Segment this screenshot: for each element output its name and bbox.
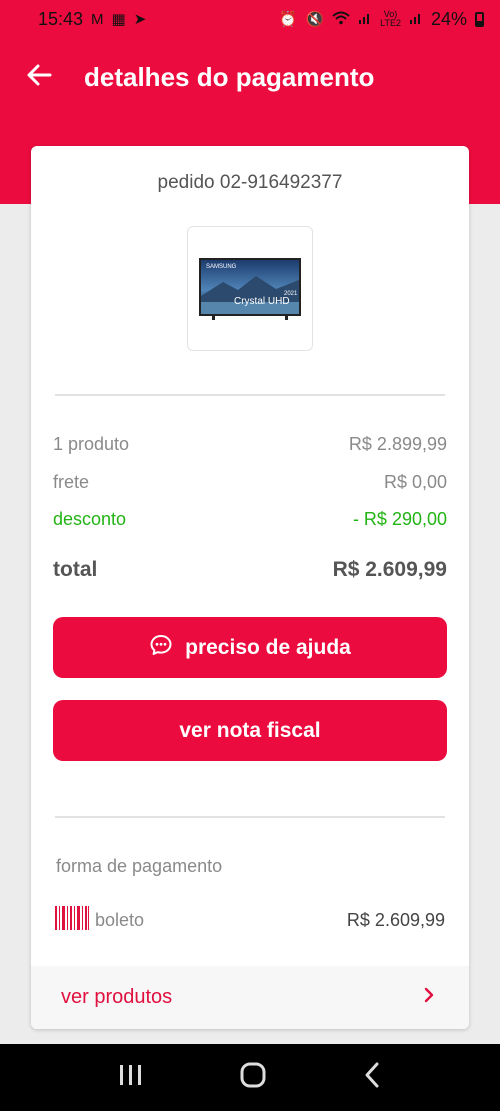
system-nav-bar [0, 1044, 500, 1111]
shipping-value: R$ 0,00 [383, 472, 447, 492]
battery-percent: 24% [430, 8, 467, 29]
wifi-icon [332, 11, 350, 28]
payment-amount: R$ 2.609,99 [346, 910, 445, 930]
divider [55, 394, 445, 396]
recent-apps-icon[interactable] [118, 1063, 144, 1092]
products-value: R$ 2.899,99 [348, 434, 447, 454]
discount-value: - R$ 290,00 [352, 509, 447, 529]
mute-icon: 🔇 [305, 10, 325, 28]
help-button-label: preciso de ajuda [185, 635, 351, 659]
status-bar: 15:43 M ▦ ➤ ⏰ 🔇 Vo) LTE2 24% [0, 0, 500, 38]
signal-icon [409, 11, 423, 28]
battery-icon [475, 11, 484, 27]
screen: 15:43 M ▦ ➤ ⏰ 🔇 Vo) LTE2 24% detalhes do… [0, 0, 500, 1111]
payment-method-row: boleto R$ 2.609,99 [55, 906, 445, 935]
status-time: 15:43 [38, 8, 84, 29]
back-nav-icon[interactable] [362, 1061, 382, 1094]
products-label: 1 produto [53, 434, 130, 454]
tv-brand-text: SAMSUNG [206, 264, 237, 270]
help-button[interactable]: preciso de ajuda [53, 617, 447, 678]
arrow-left-icon[interactable] [24, 60, 54, 90]
barcode-icon [55, 906, 89, 935]
shipping-row: frete R$ 0,00 [53, 472, 447, 493]
home-icon[interactable] [239, 1061, 267, 1094]
products-row: 1 produto R$ 2.899,99 [53, 434, 447, 455]
product-thumbnail[interactable]: SAMSUNG 2021 Crystal UHD [187, 226, 313, 351]
chat-bubble-icon [149, 633, 173, 663]
alarm-icon: ⏰ [278, 10, 298, 28]
volte-icon: Vo) LTE2 [380, 9, 401, 28]
view-products-label: ver produtos [61, 986, 173, 1008]
tv-model-text: Crystal UHD [234, 296, 290, 307]
discount-label: desconto [53, 509, 127, 529]
payment-method: boleto [95, 910, 145, 930]
order-id: pedido 02-916492377 [157, 172, 343, 193]
chevron-right-icon [423, 986, 435, 1009]
shipping-label: frete [53, 472, 90, 492]
telegram-icon: ➤ [133, 10, 147, 28]
gmail-icon: M [91, 10, 104, 28]
payment-details-card: pedido 02-916492377 SAMSUNG 2021 Crystal… [31, 146, 469, 1029]
payment-section-label: forma de pagamento [56, 856, 223, 876]
tv-image: SAMSUNG 2021 Crystal UHD [199, 257, 301, 320]
discount-row: desconto - R$ 290,00 [53, 509, 447, 530]
view-products-link[interactable]: ver produtos [31, 966, 469, 1029]
total-label: total [53, 558, 98, 581]
total-value: R$ 2.609,99 [332, 558, 447, 581]
invoice-button[interactable]: ver nota fiscal [53, 700, 447, 761]
total-row: total R$ 2.609,99 [53, 558, 447, 582]
signal-icon [358, 11, 372, 28]
divider [55, 816, 445, 818]
page-title: detalhes do pagamento [84, 62, 375, 92]
app-icon: ▦ [111, 10, 126, 28]
invoice-button-label: ver nota fiscal [179, 718, 321, 742]
